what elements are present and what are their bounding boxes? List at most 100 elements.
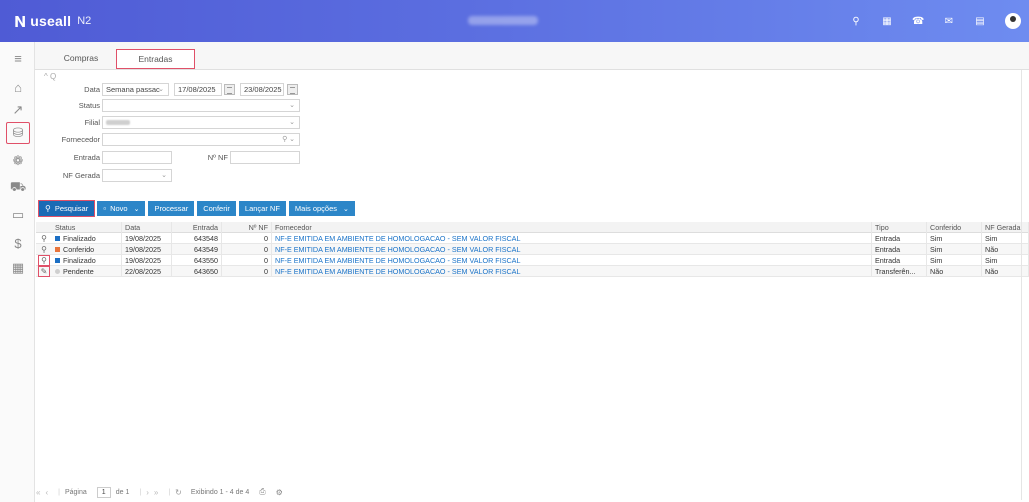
nf-input[interactable] <box>230 151 300 164</box>
chevron-down-icon: ⌄ <box>343 206 349 213</box>
last-page-icon[interactable]: » <box>154 488 158 497</box>
nf-gerada-select[interactable]: ⌄ <box>102 169 172 182</box>
process-button[interactable]: Processar <box>148 201 195 216</box>
status-cell: Pendente <box>52 266 122 277</box>
column-header[interactable]: Nº NF <box>222 222 272 233</box>
coins-icon[interactable]: ❁ <box>6 150 30 172</box>
date-to-input[interactable]: 23/08/2025 <box>240 83 284 96</box>
search-button[interactable]: ⚲ Pesquisar <box>37 200 96 217</box>
more-options-label: Mais opções <box>294 204 338 213</box>
status-text: Conferido <box>63 245 95 254</box>
search-icon[interactable]: ⚲ <box>850 16 862 27</box>
status-indicator <box>55 236 60 241</box>
check-button[interactable]: Conferir <box>197 201 236 216</box>
nf-label: Nº NF <box>207 153 228 162</box>
column-header[interactable]: Data <box>122 222 172 233</box>
table-row[interactable]: ⚲ Finalizado 19/08/2025 643550 0 NF-E EM… <box>36 255 1029 266</box>
date-period-select[interactable]: Semana passac ⌄ <box>102 83 169 96</box>
card-icon[interactable]: ▭ <box>6 204 30 226</box>
nf-cell: 0 <box>222 266 272 277</box>
calendar-icon[interactable] <box>224 84 235 95</box>
fornecedor-link[interactable]: NF-E EMITIDA EM AMBIENTE DE HOMOLOGACAO … <box>272 266 872 277</box>
page-total: de 1 <box>115 488 130 496</box>
column-header[interactable]: Tipo <box>872 222 927 233</box>
edit-icon[interactable]: ✎ <box>38 266 50 277</box>
app-window: ɴ useall N2 ⚲ ▦ ☎ ✉ ▤ ≡ ⌂ ↗ ⛁ ❁ ⛟ ▭ $ ▦ … <box>0 0 1029 502</box>
table-row[interactable]: ⚲ Conferido 19/08/2025 643549 0 NF-E EMI… <box>36 244 1029 255</box>
logo[interactable]: ɴ useall N2 <box>0 11 91 31</box>
status-select[interactable]: ⌄ <box>102 99 300 112</box>
entrada-cell: 643549 <box>172 244 222 255</box>
filter-toggle[interactable]: ^ Q <box>44 72 56 81</box>
chart-icon[interactable]: ↗ <box>6 99 30 121</box>
tab-bar: Compras Entradas <box>35 42 1029 70</box>
tab-entradas[interactable]: Entradas <box>116 49 195 69</box>
next-page-icon[interactable]: › <box>146 488 149 497</box>
first-page-icon[interactable]: « <box>36 488 40 497</box>
view-icon[interactable]: ⚲ <box>38 233 50 244</box>
tab-compras[interactable]: Compras <box>50 49 112 69</box>
search-icon: ⚲ <box>45 204 51 213</box>
avatar[interactable] <box>1005 13 1021 29</box>
user-icon[interactable]: ☎ <box>912 16 924 27</box>
fornecedor-link[interactable]: NF-E EMITIDA EM AMBIENTE DE HOMOLOGACAO … <box>272 233 872 244</box>
dollar-icon[interactable]: $ <box>6 232 30 254</box>
tipo-cell: Entrada <box>872 255 927 266</box>
home-icon[interactable]: ⌂ <box>6 76 30 98</box>
chevron-down-icon: ⌄ <box>158 86 164 93</box>
status-text: Finalizado <box>63 256 96 265</box>
view-icon[interactable]: ⚲ <box>38 255 50 266</box>
fornecedor-input[interactable]: ⚲ ⌄ <box>102 133 300 146</box>
conferido-cell: Sim <box>927 244 982 255</box>
column-header[interactable]: Status <box>52 222 122 233</box>
divider: | <box>168 488 171 496</box>
menu-icon[interactable]: ≡ <box>6 47 30 69</box>
date-from-input[interactable]: 17/08/2025 <box>174 83 222 96</box>
filial-select[interactable]: ⌄ <box>102 116 300 129</box>
status-text: Pendente <box>63 267 94 276</box>
date-cell: 19/08/2025 <box>122 255 172 266</box>
print-icon[interactable]: ⎙ <box>259 487 265 497</box>
launch-nf-button[interactable]: Lançar NF <box>238 201 286 216</box>
divider: | <box>58 488 60 496</box>
entries-table: Status Data Entrada Nº NF Fornecedor Tip… <box>36 222 1029 277</box>
entrada-input[interactable] <box>102 151 172 164</box>
calculator-icon[interactable]: ▦ <box>6 257 30 279</box>
page-input[interactable]: 1 <box>96 486 111 498</box>
view-icon[interactable]: ⚲ <box>38 244 50 255</box>
cart-icon[interactable]: ⛟ <box>6 177 30 199</box>
table-row[interactable]: ⚲ Finalizado 19/08/2025 643548 0 NF-E EM… <box>36 233 1029 244</box>
nf-cell: 0 <box>222 244 272 255</box>
column-header[interactable]: Conferido <box>927 222 982 233</box>
fornecedor-link[interactable]: NF-E EMITIDA EM AMBIENTE DE HOMOLOGACAO … <box>272 255 872 266</box>
basket-icon[interactable]: ⛁ <box>6 122 30 144</box>
nf-cell: 0 <box>222 233 272 244</box>
content-border <box>1021 70 1022 500</box>
grid-icon[interactable]: ▦ <box>881 16 893 27</box>
search-chevron-icon: ⚲ ⌄ <box>282 136 295 143</box>
status-cell: Finalizado <box>52 233 122 244</box>
more-options-button[interactable]: Mais opções ⌄ <box>288 201 355 216</box>
pagination: « ‹ | Página 1 de 1 | › » | ↻ Exibindo 1… <box>36 485 288 499</box>
settings-icon[interactable]: ⚙ <box>276 488 283 497</box>
status-indicator <box>55 269 60 274</box>
chat-icon[interactable]: ▤ <box>974 16 986 27</box>
prev-page-icon[interactable]: ‹ <box>45 488 48 497</box>
date-label: Data <box>84 85 100 94</box>
document-icon: ▫ <box>103 204 107 213</box>
column-header[interactable]: Entrada <box>172 222 222 233</box>
chevron-down-icon: ⌄ <box>289 102 295 109</box>
fornecedor-link[interactable]: NF-E EMITIDA EM AMBIENTE DE HOMOLOGACAO … <box>272 244 872 255</box>
top-bar: ɴ useall N2 ⚲ ▦ ☎ ✉ ▤ <box>0 0 1029 42</box>
new-button[interactable]: ▫ Novo ⌄ <box>97 201 146 216</box>
table-row[interactable]: ✎ Pendente 22/08/2025 643650 0 NF-E EMIT… <box>36 266 1029 277</box>
tipo-cell: Entrada <box>872 233 927 244</box>
column-header[interactable]: Fornecedor <box>272 222 872 233</box>
logo-version: N2 <box>77 15 92 27</box>
refresh-icon[interactable]: ↻ <box>175 488 182 497</box>
calendar-icon[interactable] <box>287 84 298 95</box>
status-cell: Finalizado <box>52 255 122 266</box>
entrada-cell: 643548 <box>172 233 222 244</box>
filial-label: Filial <box>84 118 100 127</box>
mail-icon[interactable]: ✉ <box>943 16 955 27</box>
